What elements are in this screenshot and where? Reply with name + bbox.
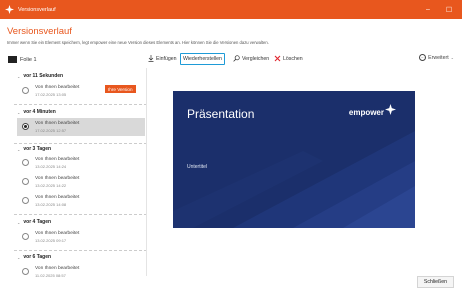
window-titlebar: Versionsverlauf – ☐ <box>0 0 462 19</box>
maximize-button[interactable]: ☐ <box>439 0 459 19</box>
version-item[interactable]: Von Ihnen bearbeitet 17.02.2025 13:05 Ih… <box>17 82 145 100</box>
version-list: ⌄ vor 11 Sekunden Von Ihnen bearbeitet 1… <box>14 70 147 278</box>
delete-label: Löschen <box>283 56 303 62</box>
collapse-chevron-icon: ⌄ <box>17 109 21 115</box>
version-date: 17.02.2025 13:05 <box>35 92 67 97</box>
advanced-label: Erweitert <box>428 54 449 61</box>
version-author: Von Ihnen bearbeitet <box>35 85 80 90</box>
collapse-chevron-icon: ⌄ <box>17 73 21 79</box>
panel-divider <box>146 68 147 276</box>
version-item[interactable]: Von Ihnen bearbeitet 13.02.2025 14:24 <box>17 154 145 172</box>
close-button[interactable]: Schließen <box>416 276 454 288</box>
version-author: Von Ihnen bearbeitet <box>35 231 80 236</box>
slide-preview: Präsentation Untertitel empower <box>173 91 415 228</box>
group-header[interactable]: ⌄ vor 3 Tagen <box>17 146 51 152</box>
empower-app-icon <box>4 4 15 15</box>
version-item[interactable]: Von Ihnen bearbeitet 13.02.2025 14:22 <box>17 173 145 191</box>
version-date: 13.02.2025 14:22 <box>35 183 67 188</box>
slide-selector[interactable]: Folie 1 <box>8 54 37 65</box>
page-title: Versionsverlauf <box>7 26 72 37</box>
search-icon <box>233 54 240 64</box>
insert-button[interactable]: Einfügen <box>146 53 178 65</box>
current-version-badge: Ihre Version <box>105 85 136 93</box>
toolbar: Folie 1 Einfügen Wiederherstellen Vergle… <box>0 51 462 68</box>
empower-star-icon <box>385 104 396 115</box>
download-icon <box>148 54 154 64</box>
version-item[interactable]: Von Ihnen bearbeitet 13.02.2025 09:17 <box>17 228 145 246</box>
insert-label: Einfügen <box>156 56 177 62</box>
version-date: 13.02.2025 09:17 <box>35 238 67 243</box>
chevron-down-icon: ⌄ <box>450 55 454 60</box>
version-radio[interactable] <box>22 123 29 130</box>
version-date: 17.02.2025 12:57 <box>35 128 67 133</box>
version-radio[interactable] <box>22 87 29 94</box>
page-description: Immer wenn Sie ein Element speichern, le… <box>7 40 269 45</box>
delete-button[interactable]: Löschen <box>272 53 305 65</box>
version-date: 11.02.2025 08:57 <box>35 273 66 278</box>
version-author: Von Ihnen bearbeitet <box>35 157 80 162</box>
group-divider <box>14 214 147 215</box>
compare-label: Vergleichen <box>242 56 270 62</box>
group-divider <box>14 104 147 105</box>
minimize-button[interactable]: – <box>418 0 438 19</box>
more-icon: ··· <box>419 54 427 61</box>
collapse-chevron-icon: ⌄ <box>17 254 21 260</box>
version-radio[interactable] <box>22 197 29 204</box>
version-item[interactable]: Von Ihnen bearbeitet 11.02.2025 08:57 <box>17 263 145 281</box>
empower-logo: empower <box>349 104 396 117</box>
group-header[interactable]: ⌄ vor 4 Minuten <box>17 109 56 115</box>
collapse-chevron-icon: ⌄ <box>17 146 21 152</box>
window-title: Versionsverlauf <box>18 6 56 13</box>
restore-label: Wiederherstellen <box>183 56 222 62</box>
compare-button[interactable]: Vergleichen <box>231 53 271 65</box>
version-author: Von Ihnen bearbeitet <box>35 195 80 200</box>
version-author: Von Ihnen bearbeitet <box>35 266 80 271</box>
group-header[interactable]: ⌄ vor 11 Sekunden <box>17 73 63 79</box>
restore-button[interactable]: Wiederherstellen <box>180 53 225 65</box>
version-item[interactable]: Von Ihnen bearbeitet 13.02.2025 14:08 <box>17 192 145 210</box>
slide-label: Folie 1 <box>20 56 37 63</box>
slide-icon <box>8 56 17 63</box>
group-divider <box>14 250 147 251</box>
version-radio[interactable] <box>22 178 29 185</box>
version-date: 13.02.2025 14:08 <box>35 202 67 207</box>
slide-subtitle: Untertitel <box>187 164 208 170</box>
version-author: Von Ihnen bearbeitet <box>35 176 80 181</box>
version-radio[interactable] <box>22 233 29 240</box>
group-divider <box>14 143 147 144</box>
group-header[interactable]: ⌄ vor 6 Tagen <box>17 254 51 260</box>
delete-x-icon <box>274 55 281 64</box>
slide-title: Präsentation <box>187 107 255 121</box>
version-radio[interactable] <box>22 159 29 166</box>
advanced-dropdown[interactable]: ··· Erweitert ⌄ <box>419 54 454 61</box>
version-author: Von Ihnen bearbeitet <box>35 121 80 126</box>
version-date: 13.02.2025 14:24 <box>35 164 67 169</box>
version-radio[interactable] <box>22 268 29 275</box>
version-item-selected[interactable]: Von Ihnen bearbeitet 17.02.2025 12:57 <box>17 118 145 136</box>
group-header[interactable]: ⌄ vor 4 Tagen <box>17 219 51 225</box>
collapse-chevron-icon: ⌄ <box>17 219 21 225</box>
